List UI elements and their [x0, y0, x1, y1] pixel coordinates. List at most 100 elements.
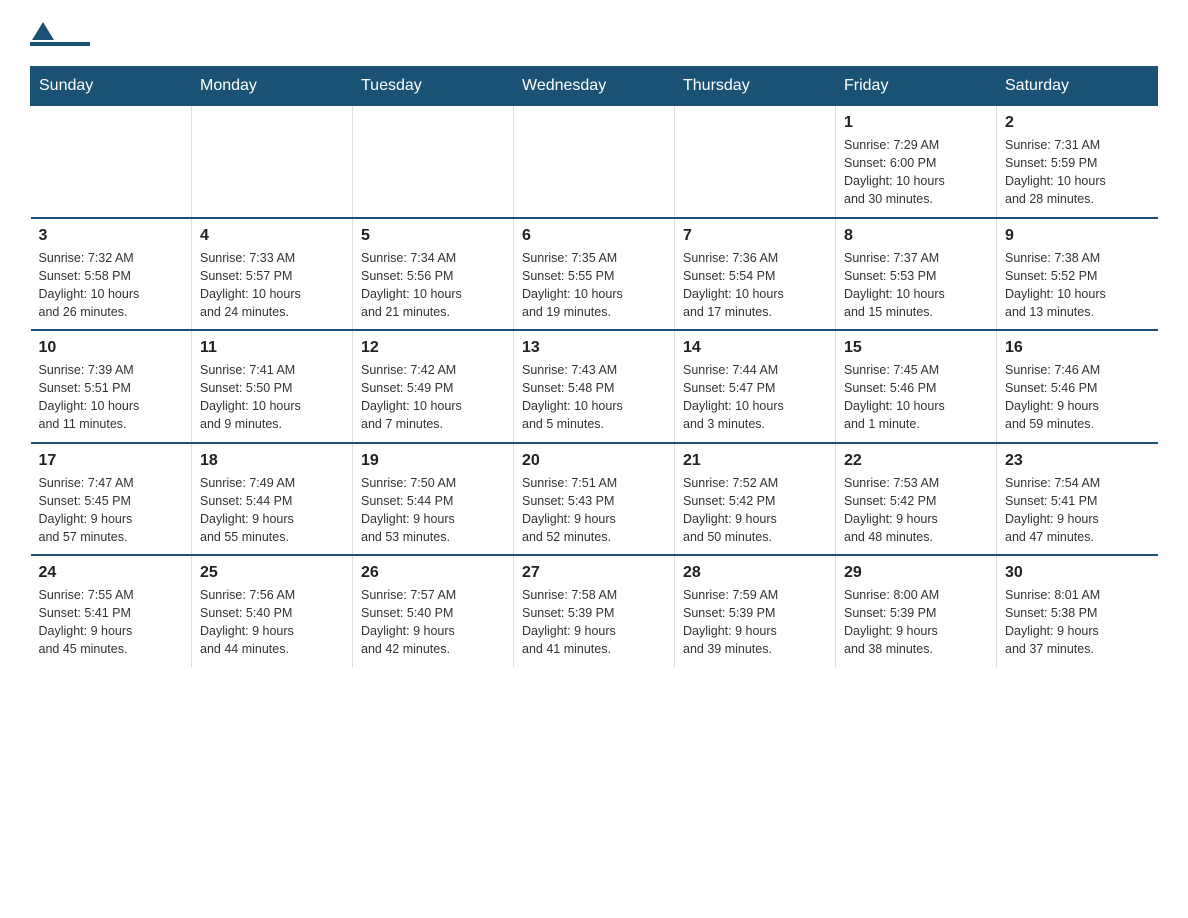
day-cell: 19Sunrise: 7:50 AMSunset: 5:44 PMDayligh…	[353, 443, 514, 556]
day-number: 30	[1005, 564, 1150, 582]
day-number: 15	[844, 339, 988, 357]
day-info: Sunrise: 7:35 AMSunset: 5:55 PMDaylight:…	[522, 249, 666, 322]
day-cell: 18 Sunrise: 7:49 AMSunset: 5:44 PMDayligh…	[192, 443, 353, 556]
day-info: Sunrise: 7:44 AMSunset: 5:47 PMDaylight:…	[683, 361, 827, 434]
day-info: Sunrise: 7:29 AMSunset: 6:00 PMDaylight:…	[844, 136, 988, 209]
day-cell	[353, 106, 514, 218]
day-cell: 24 Sunrise: 7:55 AMSunset: 5:41 PMDayligh…	[31, 555, 192, 667]
week-row-3: 10Sunrise: 7:39 AMSunset: 5:51 PMDayligh…	[31, 330, 1158, 443]
day-cell	[514, 106, 675, 218]
day-number: 4	[200, 227, 344, 245]
day-info: Sunrise: 7:34 AMSunset: 5:56 PMDaylight:…	[361, 249, 505, 322]
day-cell: 3 Sunrise: 7:32 AMSunset: 5:58 PMDaylight…	[31, 218, 192, 331]
day-number: 11	[200, 339, 344, 357]
logo	[30, 20, 94, 46]
col-saturday: Saturday	[997, 67, 1158, 106]
day-cell: 14 Sunrise: 7:44 AMSunset: 5:47 PMDayligh…	[675, 330, 836, 443]
day-info: Sunrise: 7:58 AMSunset: 5:39 PMDaylight:…	[522, 586, 666, 659]
day-info: Sunrise: 7:49 AMSunset: 5:44 PMDaylight:…	[200, 474, 344, 547]
calendar-body: 1 Sunrise: 7:29 AMSunset: 6:00 PMDaylight…	[31, 106, 1158, 667]
col-monday: Monday	[192, 67, 353, 106]
day-info: Sunrise: 7:53 AMSunset: 5:42 PMDaylight:…	[844, 474, 988, 547]
week-row-2: 3 Sunrise: 7:32 AMSunset: 5:58 PMDaylight…	[31, 218, 1158, 331]
day-number: 8	[844, 227, 988, 245]
day-number: 27	[522, 564, 666, 582]
day-cell: 26 Sunrise: 7:57 AMSunset: 5:40 PMDayligh…	[353, 555, 514, 667]
day-number: 26	[361, 564, 505, 582]
day-cell: 28Sunrise: 7:59 AMSunset: 5:39 PMDayligh…	[675, 555, 836, 667]
day-cell: 9 Sunrise: 7:38 AMSunset: 5:52 PMDaylight…	[997, 218, 1158, 331]
day-number: 17	[39, 452, 184, 470]
col-tuesday: Tuesday	[353, 67, 514, 106]
day-number: 20	[522, 452, 666, 470]
day-cell: 11 Sunrise: 7:41 AMSunset: 5:50 PMDayligh…	[192, 330, 353, 443]
day-number: 10	[39, 339, 184, 357]
day-cell: 12 Sunrise: 7:42 AMSunset: 5:49 PMDayligh…	[353, 330, 514, 443]
day-number: 14	[683, 339, 827, 357]
day-info: Sunrise: 7:33 AMSunset: 5:57 PMDaylight:…	[200, 249, 344, 322]
day-cell: 21 Sunrise: 7:52 AMSunset: 5:42 PMDayligh…	[675, 443, 836, 556]
day-number: 2	[1005, 114, 1150, 132]
day-number: 22	[844, 452, 988, 470]
day-info: Sunrise: 7:52 AMSunset: 5:42 PMDaylight:…	[683, 474, 827, 547]
day-info: Sunrise: 7:59 AMSunset: 5:39 PMDaylight:…	[683, 586, 827, 659]
col-thursday: Thursday	[675, 67, 836, 106]
day-info: Sunrise: 7:46 AMSunset: 5:46 PMDaylight:…	[1005, 361, 1150, 434]
day-number: 3	[39, 227, 184, 245]
day-number: 13	[522, 339, 666, 357]
day-cell: 27 Sunrise: 7:58 AMSunset: 5:39 PMDayligh…	[514, 555, 675, 667]
day-cell: 1 Sunrise: 7:29 AMSunset: 6:00 PMDaylight…	[836, 106, 997, 218]
day-number: 18	[200, 452, 344, 470]
day-info: Sunrise: 7:55 AMSunset: 5:41 PMDaylight:…	[39, 586, 184, 659]
calendar-table: Sunday Monday Tuesday Wednesday Thursday…	[30, 66, 1158, 667]
day-cell: 16Sunrise: 7:46 AMSunset: 5:46 PMDayligh…	[997, 330, 1158, 443]
header-row: Sunday Monday Tuesday Wednesday Thursday…	[31, 67, 1158, 106]
day-cell: 8 Sunrise: 7:37 AMSunset: 5:53 PMDaylight…	[836, 218, 997, 331]
day-number: 12	[361, 339, 505, 357]
day-number: 29	[844, 564, 988, 582]
day-cell: 22 Sunrise: 7:53 AMSunset: 5:42 PMDayligh…	[836, 443, 997, 556]
week-row-1: 1 Sunrise: 7:29 AMSunset: 6:00 PMDaylight…	[31, 106, 1158, 218]
col-wednesday: Wednesday	[514, 67, 675, 106]
day-info: Sunrise: 7:56 AMSunset: 5:40 PMDaylight:…	[200, 586, 344, 659]
day-cell: 20 Sunrise: 7:51 AMSunset: 5:43 PMDayligh…	[514, 443, 675, 556]
day-cell: 2Sunrise: 7:31 AMSunset: 5:59 PMDaylight…	[997, 106, 1158, 218]
day-info: Sunrise: 7:37 AMSunset: 5:53 PMDaylight:…	[844, 249, 988, 322]
day-info: Sunrise: 7:41 AMSunset: 5:50 PMDaylight:…	[200, 361, 344, 434]
logo-triangle-icon	[32, 20, 54, 42]
day-info: Sunrise: 8:01 AMSunset: 5:38 PMDaylight:…	[1005, 586, 1150, 659]
day-cell: 23Sunrise: 7:54 AMSunset: 5:41 PMDayligh…	[997, 443, 1158, 556]
day-cell: 5Sunrise: 7:34 AMSunset: 5:56 PMDaylight…	[353, 218, 514, 331]
day-info: Sunrise: 7:38 AMSunset: 5:52 PMDaylight:…	[1005, 249, 1150, 322]
page-header	[30, 20, 1158, 46]
day-number: 23	[1005, 452, 1150, 470]
day-number: 6	[522, 227, 666, 245]
day-cell	[675, 106, 836, 218]
calendar-header: Sunday Monday Tuesday Wednesday Thursday…	[31, 67, 1158, 106]
day-number: 1	[844, 114, 988, 132]
day-info: Sunrise: 7:57 AMSunset: 5:40 PMDaylight:…	[361, 586, 505, 659]
day-info: Sunrise: 7:51 AMSunset: 5:43 PMDaylight:…	[522, 474, 666, 547]
day-cell: 6 Sunrise: 7:35 AMSunset: 5:55 PMDaylight…	[514, 218, 675, 331]
day-info: Sunrise: 7:50 AMSunset: 5:44 PMDaylight:…	[361, 474, 505, 547]
day-number: 9	[1005, 227, 1150, 245]
day-cell: 13 Sunrise: 7:43 AMSunset: 5:48 PMDayligh…	[514, 330, 675, 443]
day-cell: 25 Sunrise: 7:56 AMSunset: 5:40 PMDayligh…	[192, 555, 353, 667]
day-number: 24	[39, 564, 184, 582]
day-info: Sunrise: 7:42 AMSunset: 5:49 PMDaylight:…	[361, 361, 505, 434]
day-info: Sunrise: 8:00 AMSunset: 5:39 PMDaylight:…	[844, 586, 988, 659]
day-number: 25	[200, 564, 344, 582]
day-cell: 10Sunrise: 7:39 AMSunset: 5:51 PMDayligh…	[31, 330, 192, 443]
day-info: Sunrise: 7:36 AMSunset: 5:54 PMDaylight:…	[683, 249, 827, 322]
day-cell: 7 Sunrise: 7:36 AMSunset: 5:54 PMDaylight…	[675, 218, 836, 331]
day-number: 7	[683, 227, 827, 245]
day-info: Sunrise: 7:43 AMSunset: 5:48 PMDaylight:…	[522, 361, 666, 434]
day-number: 21	[683, 452, 827, 470]
day-cell	[192, 106, 353, 218]
week-row-5: 24 Sunrise: 7:55 AMSunset: 5:41 PMDayligh…	[31, 555, 1158, 667]
day-info: Sunrise: 7:45 AMSunset: 5:46 PMDaylight:…	[844, 361, 988, 434]
day-cell: 15 Sunrise: 7:45 AMSunset: 5:46 PMDayligh…	[836, 330, 997, 443]
day-info: Sunrise: 7:32 AMSunset: 5:58 PMDaylight:…	[39, 249, 184, 322]
col-sunday: Sunday	[31, 67, 192, 106]
day-cell	[31, 106, 192, 218]
